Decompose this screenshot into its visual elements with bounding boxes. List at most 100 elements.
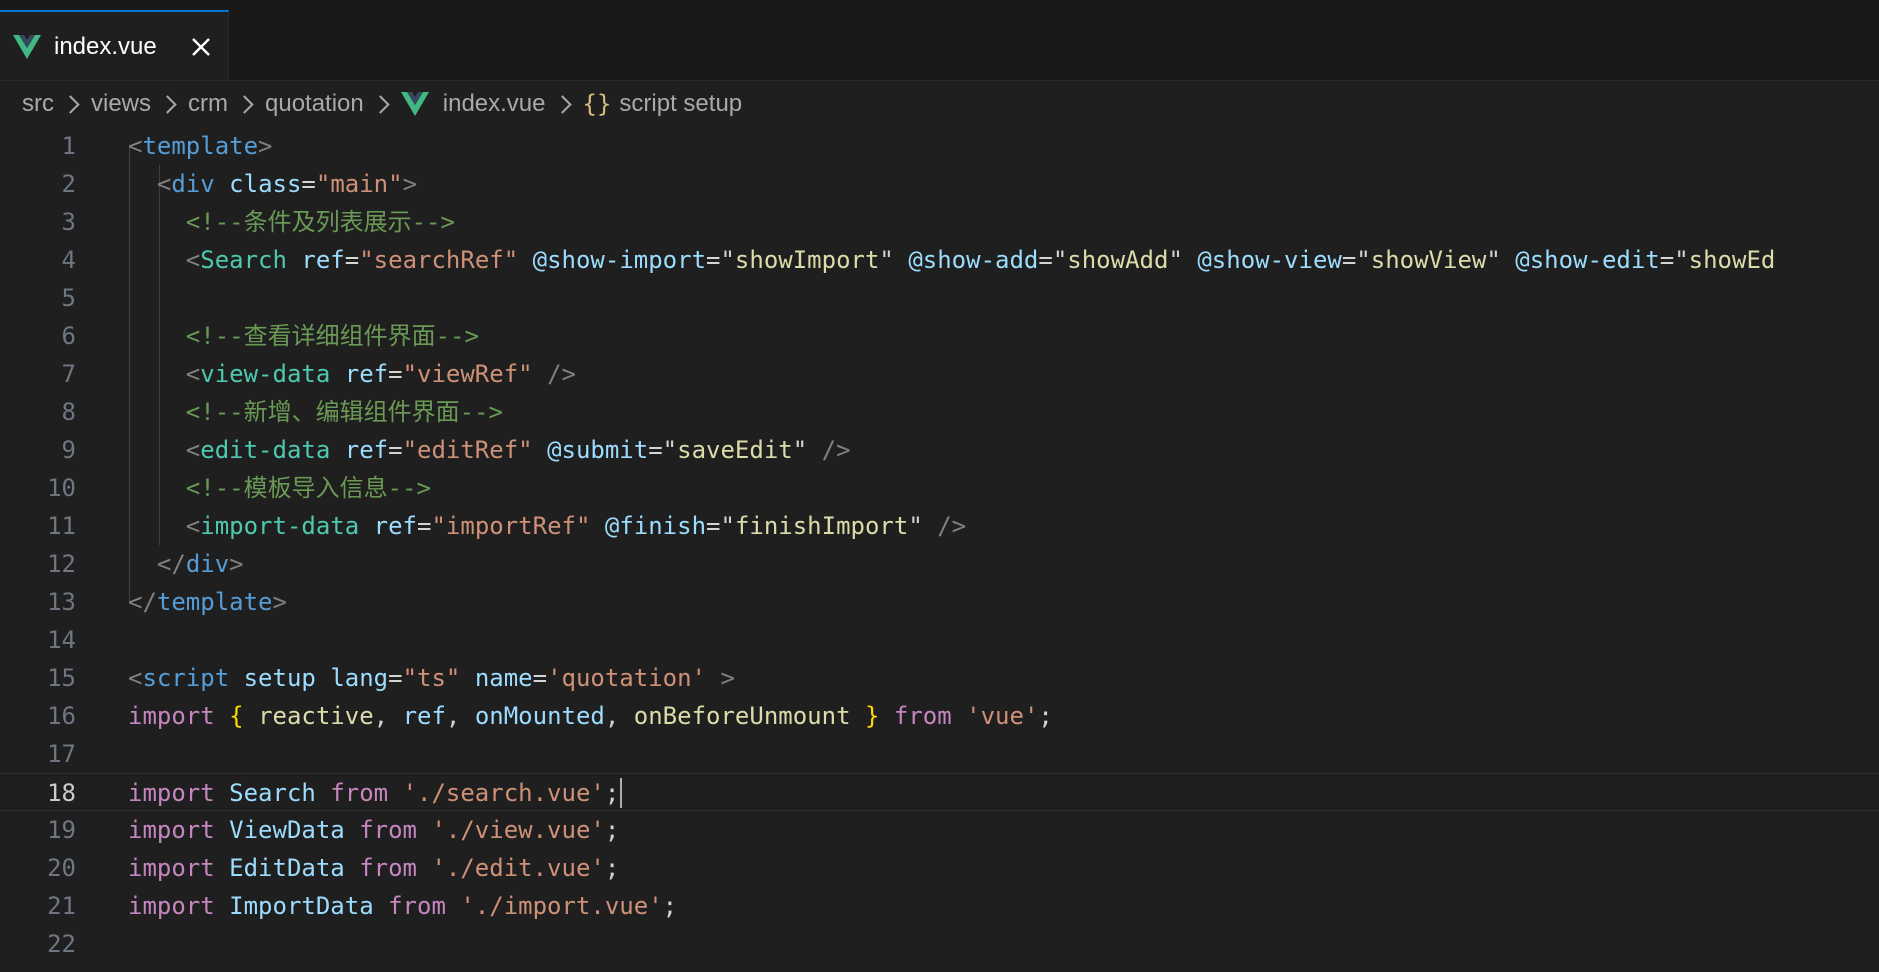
vue-logo-icon	[400, 92, 429, 116]
code-token: './import.vue'	[460, 892, 663, 920]
code-line[interactable]: 16 import { reactive, ref, onMounted, onB…	[0, 697, 1879, 735]
code-token: =	[1659, 246, 1675, 274]
code-token: @show-edit	[1515, 246, 1660, 274]
code-token: />	[547, 360, 576, 388]
line-number: 9	[61, 436, 76, 464]
vue-logo-icon	[13, 35, 41, 59]
code-token: >	[258, 132, 273, 160]
code-token: ,	[373, 702, 403, 730]
code-token: <	[128, 132, 143, 160]
breadcrumb-item-views[interactable]: views	[91, 90, 151, 118]
tab-index-vue[interactable]: index.vue	[0, 10, 229, 80]
code-token: "	[792, 436, 808, 464]
code-token: =	[301, 170, 316, 198]
code-text: <Search ref="searchRef" @show-import="sh…	[128, 241, 1776, 279]
code-token: </	[156, 550, 186, 578]
code-token: import	[128, 816, 215, 844]
code-line[interactable]: 5	[0, 279, 1879, 317]
code-token: "	[1356, 246, 1371, 274]
code-line[interactable]: 17	[0, 735, 1879, 773]
code-token: "editRef"	[402, 436, 533, 464]
code-line[interactable]: 14	[0, 621, 1879, 659]
code-token: ref	[402, 702, 446, 730]
code-token: "	[879, 246, 894, 274]
code-text: <!--模板导入信息-->	[128, 469, 431, 507]
code-token: ViewData	[229, 816, 345, 844]
code-line[interactable]: 15 <script setup lang="ts" name='quotatio…	[0, 659, 1879, 697]
line-number: 5	[61, 284, 76, 312]
close-icon[interactable]	[186, 32, 216, 62]
code-token: @show-add	[908, 246, 1039, 274]
code-token: <!--新增、编辑组件界面-->	[185, 398, 503, 426]
code-line[interactable]: 6 <!--查看详细组件界面-->	[0, 317, 1879, 355]
code-token: @finish	[604, 512, 707, 540]
chevron-right-icon	[61, 94, 80, 114]
code-line[interactable]: 22	[0, 925, 1879, 963]
breadcrumb-item-crm[interactable]: crm	[188, 90, 228, 118]
code-token: >	[272, 588, 287, 616]
line-number: 11	[47, 512, 76, 540]
code-text: import EditData from './edit.vue';	[128, 849, 619, 887]
code-line[interactable]: 2 <div class="main">	[0, 165, 1879, 203]
code-editor[interactable]: 1 <template> 2 <div class="main"> 3 <!--条件及…	[0, 127, 1879, 972]
code-line[interactable]: 1 <template>	[0, 127, 1879, 165]
breadcrumb-item-file[interactable]: index.vue	[443, 90, 546, 118]
line-number: 7	[61, 360, 76, 388]
code-line[interactable]: 3 <!--条件及列表展示-->	[0, 203, 1879, 241]
code-token: ,	[445, 702, 475, 730]
code-line[interactable]: 11 <import-data ref="importRef" @finish=…	[0, 507, 1879, 545]
code-token: onMounted	[474, 702, 605, 730]
code-token: ;	[1038, 702, 1053, 730]
line-number: 12	[47, 550, 76, 578]
code-token: ref	[373, 512, 418, 540]
code-token: from	[359, 816, 417, 844]
code-token: setup	[243, 664, 316, 692]
code-token: =	[388, 436, 403, 464]
code-line[interactable]: 7 <view-data ref="viewRef" />	[0, 355, 1879, 393]
code-token: <	[185, 436, 201, 464]
code-token: name	[474, 664, 533, 692]
breadcrumb-item-quotation[interactable]: quotation	[265, 90, 364, 118]
line-number: 2	[61, 170, 76, 198]
code-line[interactable]: 12 </div>	[0, 545, 1879, 583]
code-token: ImportData	[229, 892, 374, 920]
code-token: "	[1674, 246, 1689, 274]
code-text: <import-data ref="importRef" @finish="fi…	[128, 507, 966, 545]
line-number: 17	[47, 740, 76, 768]
code-token: @show-view	[1197, 246, 1342, 274]
line-number: 4	[61, 246, 76, 274]
code-token: =	[1038, 246, 1053, 274]
code-line[interactable]: 13 </template>	[0, 583, 1879, 621]
code-line[interactable]: 8 <!--新增、编辑组件界面-->	[0, 393, 1879, 431]
code-token: "ts"	[402, 664, 461, 692]
code-line[interactable]: 18 import Search from './search.vue';	[0, 773, 1879, 811]
code-token: <	[128, 664, 143, 692]
line-number: 13	[47, 588, 76, 616]
code-token: './search.vue'	[402, 779, 605, 807]
code-line[interactable]: 9 <edit-data ref="editRef" @submit="save…	[0, 431, 1879, 469]
breadcrumb-item-src[interactable]: src	[22, 90, 54, 118]
code-token: "	[720, 246, 735, 274]
code-token: <	[185, 246, 201, 274]
code-token: './edit.vue'	[431, 854, 605, 882]
code-line[interactable]: 20 import EditData from './edit.vue';	[0, 849, 1879, 887]
code-line[interactable]: 21 import ImportData from './import.vue';	[0, 887, 1879, 925]
code-token: import	[128, 702, 215, 730]
breadcrumb-item-symbol[interactable]: script setup	[619, 90, 742, 118]
code-line[interactable]: 4 <Search ref="searchRef" @show-import="…	[0, 241, 1879, 279]
code-line[interactable]: 10 <!--模板导入信息-->	[0, 469, 1879, 507]
code-line[interactable]: 19 import ViewData from './view.vue';	[0, 811, 1879, 849]
